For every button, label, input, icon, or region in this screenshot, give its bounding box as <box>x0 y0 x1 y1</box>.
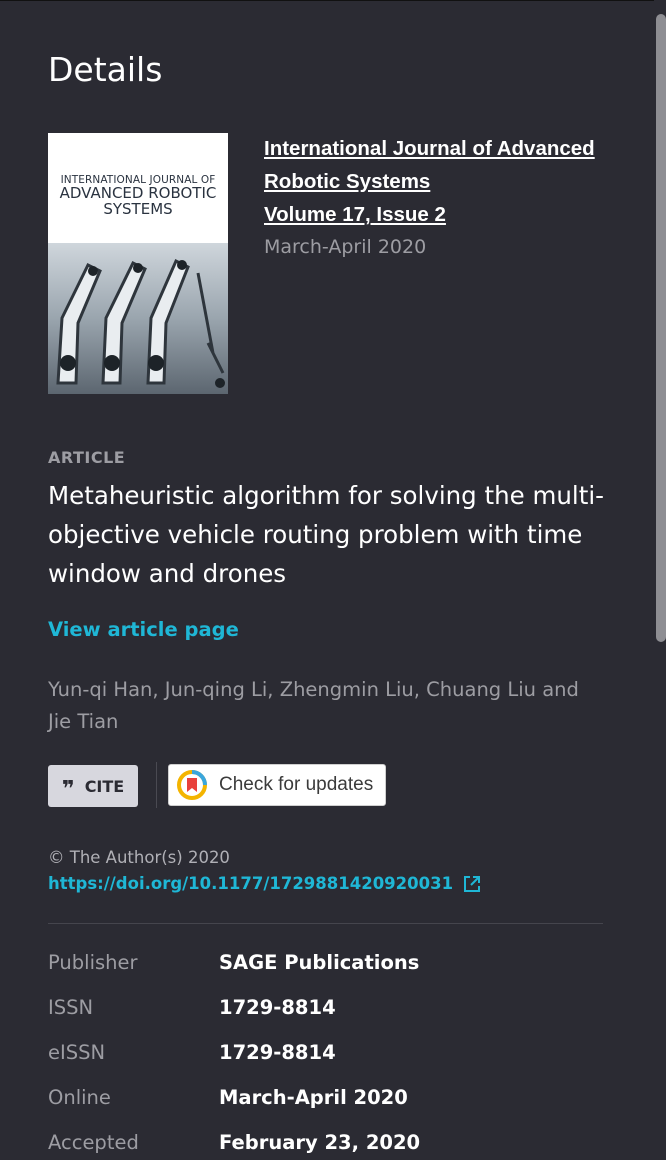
meta-key: ISSN <box>48 996 94 1019</box>
journal-name-link-line1[interactable]: International Journal of Advanced <box>264 132 604 165</box>
meta-key: Online <box>48 1086 111 1109</box>
robot-arms-illustration <box>48 243 228 394</box>
meta-value: February 23, 2020 <box>219 1131 421 1154</box>
authors-list: Yun-qi Han, Jun-qing Li, Zhengmin Liu, C… <box>48 678 579 733</box>
meta-key: Publisher <box>48 951 138 974</box>
quote-icon: ❞ <box>61 777 75 802</box>
issue-date: March-April 2020 <box>264 236 427 258</box>
check-for-updates-label: Check for updates <box>219 774 374 795</box>
article-title: Metaheuristic algorithm for solving the … <box>48 481 604 588</box>
meta-key: eISSN <box>48 1041 106 1064</box>
cite-button-label: CITE <box>84 776 125 796</box>
view-article-page-link[interactable]: View article page <box>48 618 239 641</box>
section-divider <box>48 923 603 924</box>
scrollbar-track[interactable] <box>654 0 666 1160</box>
top-border <box>0 0 666 1</box>
meta-key: Accepted <box>48 1131 139 1154</box>
volume-issue-link[interactable]: Volume 17, Issue 2 <box>264 198 604 231</box>
page-title: Details <box>48 50 163 89</box>
scrollbar-thumb[interactable] <box>656 14 666 642</box>
external-link-icon <box>464 875 481 892</box>
meta-value: 1729-8814 <box>219 1041 336 1064</box>
meta-value: SAGE Publications <box>219 951 420 974</box>
meta-value: 1729-8814 <box>219 996 336 1019</box>
meta-value: March-April 2020 <box>219 1086 408 1109</box>
journal-info: International Journal of Advanced Roboti… <box>264 132 604 231</box>
doi-link-text: https://doi.org/10.1177/1729881420920031 <box>48 874 454 893</box>
doi-link[interactable]: https://doi.org/10.1177/1729881420920031 <box>48 874 481 893</box>
journal-name-link-line2[interactable]: Robotic Systems <box>264 165 604 198</box>
check-for-updates-button[interactable]: Check for updates <box>168 764 386 806</box>
cite-button[interactable]: ❞ CITE <box>48 765 138 807</box>
copyright-text: © The Author(s) 2020 <box>48 848 230 867</box>
journal-cover-image[interactable]: INTERNATIONAL JOURNAL OF ADVANCED ROBOTI… <box>48 133 228 394</box>
crossmark-icon <box>177 770 207 800</box>
button-divider <box>156 762 157 808</box>
cover-title-line3: SYSTEMS <box>103 199 173 218</box>
article-type-label: ARTICLE <box>48 448 126 467</box>
